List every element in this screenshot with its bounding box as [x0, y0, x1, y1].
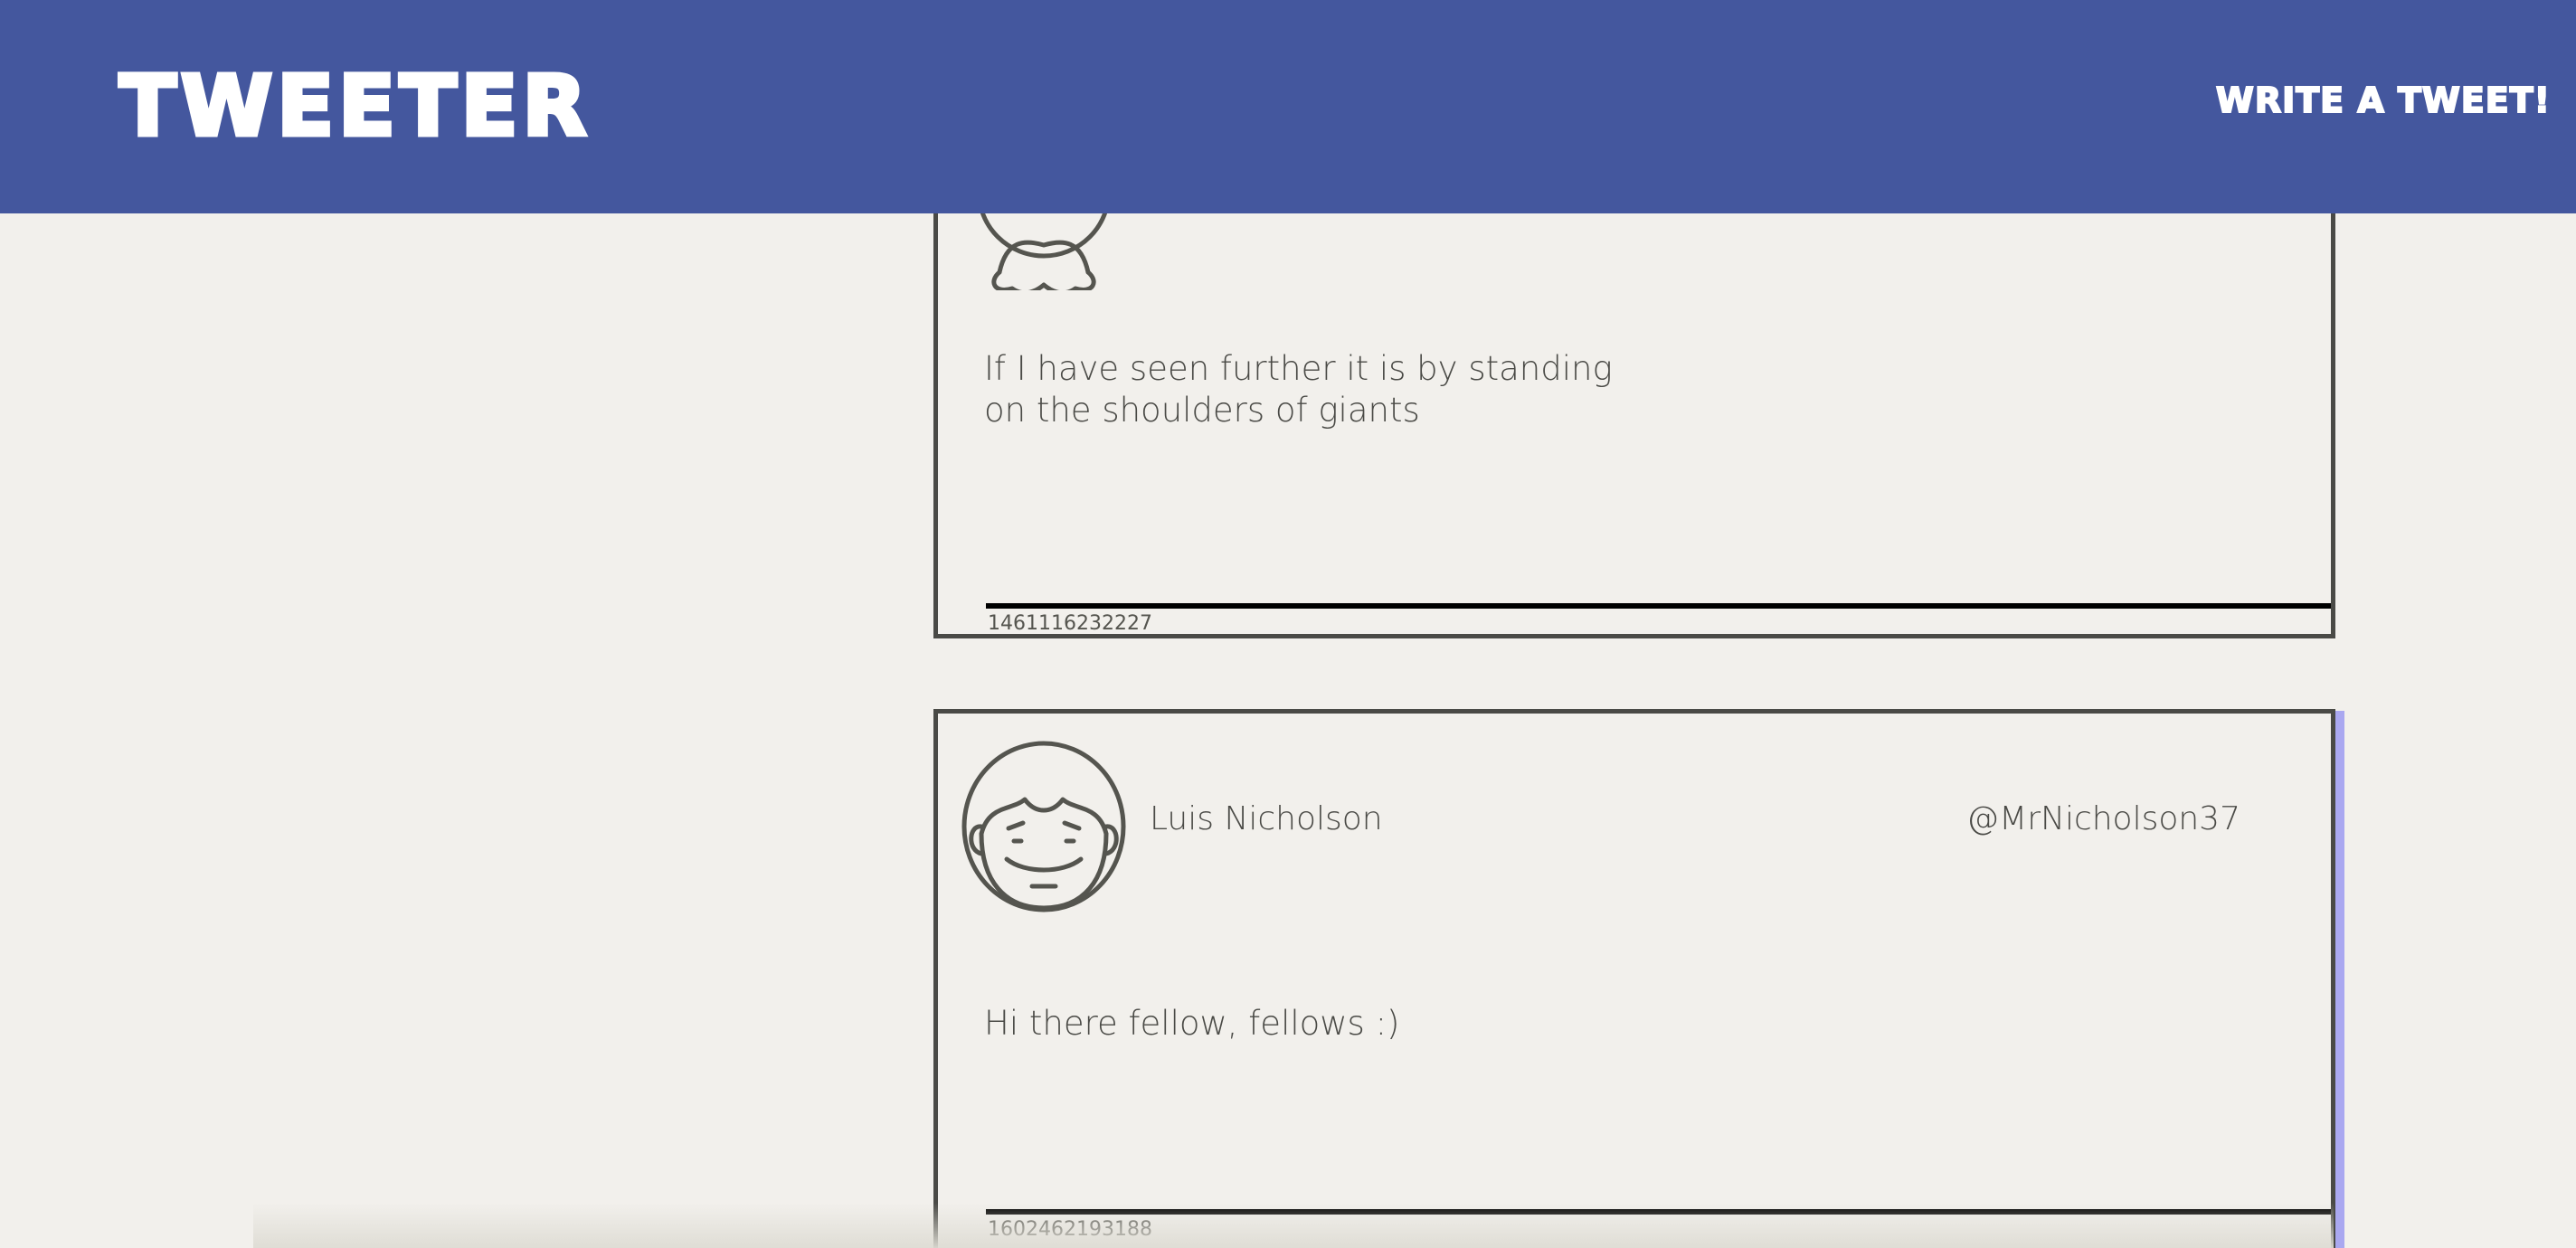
- tweet-divider: [986, 1209, 2331, 1215]
- write-tweet-link[interactable]: WRITE A TWEET!: [2215, 78, 2551, 123]
- tweet-divider: [986, 603, 2331, 609]
- tweet-text: If I have seen further it is by standing…: [984, 349, 1613, 430]
- top-nav: TWEETER WRITE A TWEET!: [0, 0, 2576, 213]
- tweet-timestamp: 1602462193188: [988, 1218, 1152, 1241]
- brand-logo[interactable]: TWEETER: [117, 59, 591, 154]
- user-name: Luis Nicholson: [1150, 800, 1383, 837]
- tweet-timestamp: 1461116232227: [988, 612, 1152, 635]
- tweet-card: Luis Nicholson @MrNicholson37 Hi there f…: [933, 709, 2335, 1248]
- tweet-text: Hi there fellow, fellows :): [984, 1004, 1400, 1043]
- page: TWEETER WRITE A TWEET! If I have seen fu…: [0, 0, 2576, 1248]
- user-handle: @MrNicholson37: [1966, 800, 2240, 837]
- avatar-face-icon: [961, 741, 1126, 912]
